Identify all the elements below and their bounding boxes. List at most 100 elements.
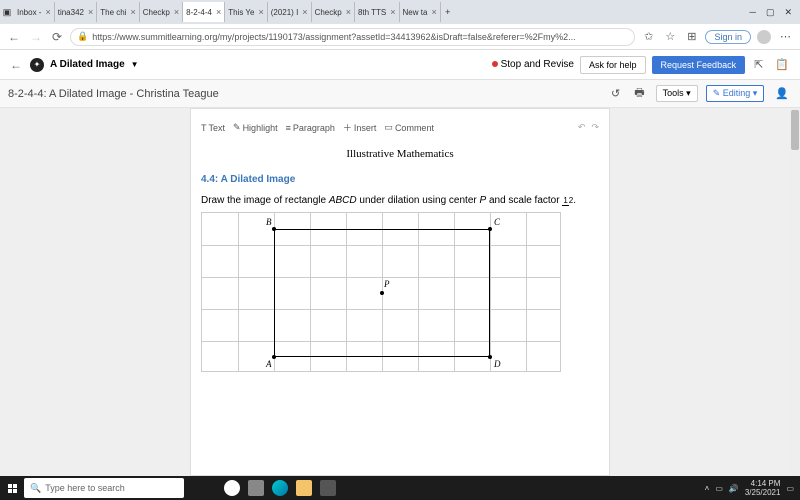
insert-icon: ＋ bbox=[343, 121, 352, 134]
point-b bbox=[272, 227, 276, 231]
close-icon[interactable]: × bbox=[302, 7, 307, 17]
close-icon[interactable]: × bbox=[130, 7, 135, 17]
annotation-toolbar: TText ✎Highlight ≡Paragraph ＋Insert ▭Com… bbox=[201, 117, 599, 142]
tray-chevron-icon[interactable]: ˄ bbox=[705, 484, 710, 493]
label-a: A bbox=[266, 359, 272, 369]
search-icon: 🔍 bbox=[30, 483, 41, 494]
signin-button[interactable]: Sign in bbox=[705, 30, 751, 44]
label-c: C bbox=[494, 217, 500, 227]
undo-button[interactable]: ↶ bbox=[578, 122, 586, 133]
paragraph-tool[interactable]: ≡Paragraph bbox=[286, 123, 335, 133]
record-icon bbox=[492, 61, 498, 67]
comment-tool[interactable]: ▭Comment bbox=[384, 122, 434, 133]
tab-5[interactable]: This Ye× bbox=[225, 2, 268, 22]
label-d: D bbox=[494, 359, 501, 369]
vertical-scrollbar[interactable] bbox=[790, 108, 800, 476]
notifications-icon[interactable]: ▭ bbox=[786, 484, 794, 493]
browser-titlebar: ▣ Inbox -× tina342× The chi× Checkp× 8-2… bbox=[0, 0, 800, 24]
app-header: ← ✦ A Dilated Image ▼ Stop and Revise As… bbox=[0, 50, 800, 80]
taskbar-clock[interactable]: 4:14 PM 3/25/2021 bbox=[745, 479, 781, 497]
point-a bbox=[272, 355, 276, 359]
insert-tool[interactable]: ＋Insert bbox=[343, 121, 377, 134]
close-icon[interactable]: × bbox=[346, 7, 351, 17]
tab-preview-icon[interactable]: ▣ bbox=[2, 7, 12, 17]
collections-icon[interactable]: ⊞ bbox=[684, 30, 699, 43]
ask-help-button[interactable]: Ask for help bbox=[580, 56, 646, 74]
editing-mode-dropdown[interactable]: ✎ Editing ▾ bbox=[706, 85, 765, 102]
print-icon[interactable]: 🖶 bbox=[631, 84, 647, 103]
tab-7[interactable]: Checkp× bbox=[312, 2, 355, 22]
start-button[interactable] bbox=[0, 476, 24, 500]
document-brand: Illustrative Mathematics bbox=[201, 148, 599, 160]
tab-0[interactable]: Inbox -× bbox=[14, 2, 55, 22]
taskbar-apps bbox=[224, 480, 336, 496]
close-window-icon[interactable]: ✕ bbox=[784, 7, 792, 18]
instruction-text: Draw the image of rectangle ABCD under d… bbox=[201, 195, 599, 206]
close-icon[interactable]: × bbox=[390, 7, 395, 17]
request-feedback-button[interactable]: Request Feedback bbox=[652, 56, 746, 74]
url-text: https://www.summitlearning.org/my/projec… bbox=[92, 32, 575, 42]
file-explorer-icon[interactable] bbox=[296, 480, 312, 496]
geometry-grid[interactable]: B C A D P bbox=[201, 212, 561, 372]
label-p: P bbox=[384, 279, 390, 289]
chevron-down-icon[interactable]: ▼ bbox=[131, 60, 139, 69]
app-back-button[interactable]: ← bbox=[8, 58, 24, 72]
point-d bbox=[488, 355, 492, 359]
app-title: A Dilated Image bbox=[50, 59, 125, 70]
clipboard-icon[interactable]: 📋 bbox=[772, 58, 792, 71]
comment-icon: ▭ bbox=[384, 122, 393, 133]
favorites-bar-icon[interactable]: ☆ bbox=[662, 30, 678, 43]
content-area: TText ✎Highlight ≡Paragraph ＋Insert ▭Com… bbox=[0, 108, 800, 476]
refresh-button[interactable]: ⟳ bbox=[50, 30, 64, 44]
forward-button[interactable]: → bbox=[28, 30, 44, 44]
more-icon[interactable]: ⋯ bbox=[777, 30, 794, 43]
stop-revise-button[interactable]: Stop and Revise bbox=[492, 59, 574, 70]
close-icon[interactable]: × bbox=[88, 7, 93, 17]
cortana-icon[interactable] bbox=[224, 480, 240, 496]
text-tool[interactable]: TText bbox=[201, 123, 225, 133]
profile-avatar[interactable] bbox=[757, 30, 771, 44]
point-p bbox=[380, 291, 384, 295]
tab-2[interactable]: The chi× bbox=[97, 2, 140, 22]
tab-6[interactable]: (2021) I× bbox=[268, 2, 312, 22]
back-button[interactable]: ← bbox=[6, 30, 22, 44]
battery-icon[interactable]: ▭ bbox=[715, 484, 723, 493]
close-icon[interactable]: × bbox=[216, 7, 221, 17]
windows-taskbar: 🔍 Type here to search ˄ ▭ 🔊 4:14 PM 3/25… bbox=[0, 476, 800, 500]
task-view-icon[interactable] bbox=[248, 480, 264, 496]
minimize-icon[interactable]: ─ bbox=[750, 7, 756, 18]
taskbar-search[interactable]: 🔍 Type here to search bbox=[24, 478, 184, 498]
store-icon[interactable] bbox=[320, 480, 336, 496]
close-icon[interactable]: × bbox=[174, 7, 179, 17]
tab-9[interactable]: New ta× bbox=[400, 2, 441, 22]
highlight-tool[interactable]: ✎Highlight bbox=[233, 122, 278, 133]
windows-icon bbox=[8, 484, 17, 493]
favorite-icon[interactable]: ✩ bbox=[641, 30, 656, 43]
history-icon[interactable]: ↺ bbox=[608, 87, 623, 100]
external-link-icon[interactable]: ⇱ bbox=[751, 58, 766, 71]
tools-dropdown[interactable]: Tools ▾ bbox=[656, 85, 698, 102]
close-icon[interactable]: × bbox=[431, 7, 436, 17]
close-icon[interactable]: × bbox=[258, 7, 263, 17]
point-c bbox=[488, 227, 492, 231]
tab-1[interactable]: tina342× bbox=[55, 2, 98, 22]
section-title: 4.4: A Dilated Image bbox=[201, 174, 599, 185]
tab-8[interactable]: 8th TTS× bbox=[355, 2, 400, 22]
tab-4[interactable]: 8-2-4-4× bbox=[183, 2, 225, 22]
person-icon[interactable]: 👤 bbox=[772, 87, 792, 100]
maximize-icon[interactable]: ▢ bbox=[766, 7, 775, 18]
scrollbar-thumb[interactable] bbox=[791, 110, 799, 150]
close-icon[interactable]: × bbox=[45, 7, 50, 17]
url-input[interactable]: 🔒 https://www.summitlearning.org/my/proj… bbox=[70, 28, 635, 46]
lock-icon: 🔒 bbox=[77, 31, 88, 42]
label-b: B bbox=[266, 217, 272, 227]
edge-icon[interactable] bbox=[272, 480, 288, 496]
document-subheader: 8-2-4-4: A Dilated Image - Christina Tea… bbox=[0, 80, 800, 108]
new-tab-button[interactable]: + bbox=[443, 7, 453, 17]
highlight-icon: ✎ bbox=[233, 122, 241, 133]
paragraph-icon: ≡ bbox=[286, 123, 291, 133]
volume-icon[interactable]: 🔊 bbox=[729, 484, 739, 493]
app-logo-icon: ✦ bbox=[30, 58, 44, 72]
redo-button[interactable]: ↷ bbox=[591, 122, 599, 133]
tab-3[interactable]: Checkp× bbox=[140, 2, 183, 22]
